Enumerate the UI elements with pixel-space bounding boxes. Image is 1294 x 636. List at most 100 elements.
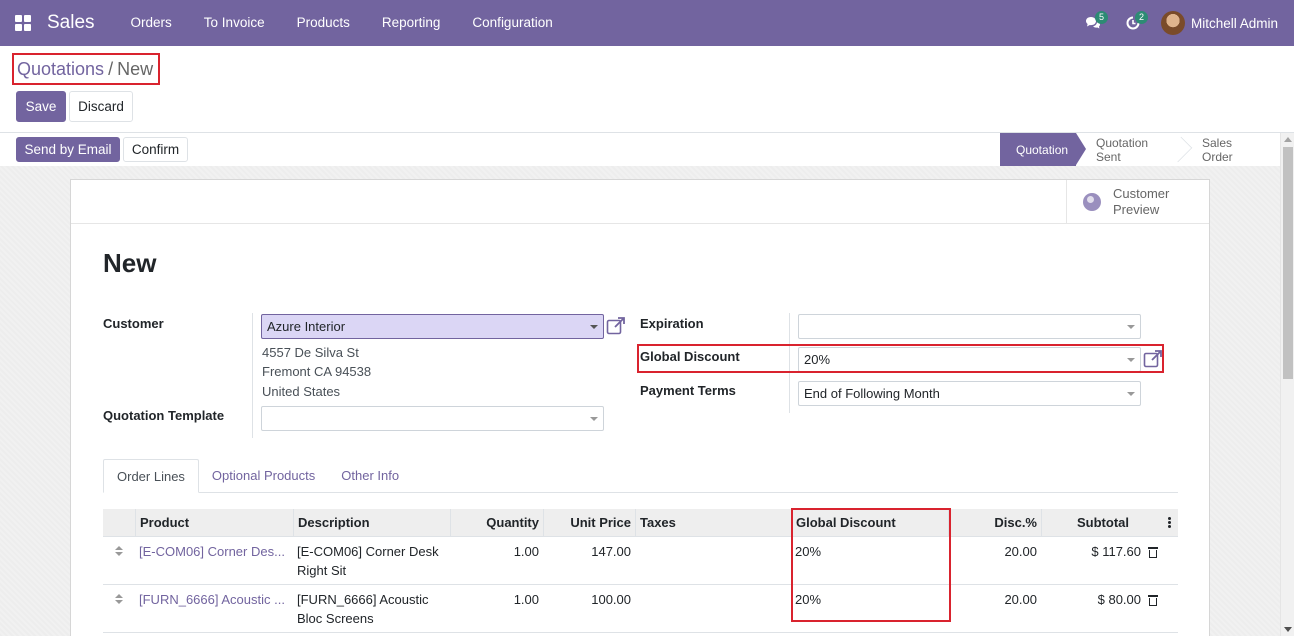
customer-preview-button[interactable]: Customer Preview [1066, 180, 1209, 224]
messages-badge: 5 [1094, 11, 1108, 24]
save-button[interactable]: Save [16, 91, 66, 122]
row-subtotal: $ 80.00 [1097, 592, 1141, 607]
stage-quotation[interactable]: Quotation [1000, 133, 1086, 166]
address-line-2: Fremont CA 94538 [262, 364, 372, 379]
col-disc[interactable]: Disc.% [948, 509, 1041, 537]
global-discount-select[interactable]: 20% [798, 347, 1141, 372]
customer-preview-line-1: Customer [1113, 186, 1170, 201]
row-disc[interactable]: 20.00 [948, 542, 1037, 561]
activities-badge: 2 [1134, 11, 1148, 24]
confirm-button[interactable]: Confirm [123, 137, 188, 162]
top-navbar: Sales Orders To Invoice Products Reporti… [0, 0, 1294, 46]
row-description-line-1: [E-COM06] Corner Desk [297, 544, 439, 559]
menu-configuration[interactable]: Configuration [456, 0, 568, 46]
user-menu[interactable]: Mitchell Admin [1191, 16, 1278, 31]
quotation-template-label: Quotation Template [103, 408, 225, 423]
form-sheet: Customer Preview New Customer Azure Inte… [70, 179, 1210, 636]
chevron-down-icon [590, 325, 598, 329]
row-disc[interactable]: 20.00 [948, 590, 1037, 609]
breadcrumb: Quotations / New [12, 53, 160, 85]
customer-preview-line-2: Preview [1113, 202, 1160, 217]
expiration-date-field[interactable] [798, 314, 1141, 339]
table-row[interactable]: [E-COM06] Corner Des... [E-COM06] Corner… [103, 537, 1178, 585]
external-link-icon[interactable] [606, 317, 626, 335]
tab-optional-products[interactable]: Optional Products [199, 459, 328, 492]
optional-columns-icon[interactable] [1168, 517, 1171, 529]
chevron-down-icon [1127, 392, 1135, 396]
address-line-3: United States [262, 384, 341, 399]
quotation-template-select[interactable] [261, 406, 604, 431]
row-quantity[interactable]: 1.00 [450, 542, 539, 561]
row-product[interactable]: [E-COM06] Corner Des... [139, 542, 285, 561]
activities-button[interactable]: 2 [1113, 0, 1153, 46]
scroll-up-arrow-icon[interactable] [1284, 137, 1292, 142]
left-group-separator [252, 313, 253, 438]
drag-handle-icon[interactable] [115, 594, 123, 606]
col-unit-price[interactable]: Unit Price [543, 509, 635, 537]
row-global-discount[interactable]: 20% [795, 590, 821, 609]
payment-terms-select[interactable]: End of Following Month [798, 381, 1141, 406]
button-box: Customer Preview [71, 180, 1209, 224]
menu-reporting[interactable]: Reporting [366, 0, 457, 46]
tab-order-lines[interactable]: Order Lines [103, 459, 199, 493]
breadcrumb-quotations-link[interactable]: Quotations [17, 59, 104, 80]
status-bar: Quotation Quotation Sent Sales Order [1000, 133, 1278, 166]
payment-terms-value: End of Following Month [804, 386, 940, 401]
app-name[interactable]: Sales [47, 12, 95, 34]
row-description-line-1: [FURN_6666] Acoustic [297, 592, 429, 607]
external-link-icon[interactable] [1143, 350, 1163, 368]
row-description[interactable]: [FURN_6666] Acoustic Bloc Screens [297, 590, 429, 628]
row-product[interactable]: [FURN_6666] Acoustic ... [139, 590, 285, 609]
col-global-discount[interactable]: Global Discount [791, 509, 948, 537]
customer-select[interactable]: Azure Interior [261, 314, 604, 339]
row-description[interactable]: [E-COM06] Corner Desk Right Sit [297, 542, 439, 580]
breadcrumb-separator: / [108, 58, 114, 79]
chevron-down-icon [1127, 325, 1135, 329]
row-quantity[interactable]: 1.00 [450, 590, 539, 609]
row-unit-price[interactable]: 100.00 [543, 590, 631, 609]
discard-button[interactable]: Discard [69, 91, 133, 122]
col-description[interactable]: Description [293, 509, 450, 537]
customer-value: Azure Interior [267, 319, 346, 334]
table-row[interactable]: [FURN_6666] Acoustic ... [FURN_6666] Aco… [103, 585, 1178, 633]
menu-orders[interactable]: Orders [115, 0, 188, 46]
col-subtotal[interactable]: Subtotal [1041, 509, 1133, 537]
drag-handle-icon[interactable] [115, 546, 123, 558]
record-title: New [103, 248, 157, 278]
scroll-down-arrow-icon[interactable] [1284, 627, 1292, 632]
expiration-label: Expiration [640, 316, 704, 331]
row-global-discount[interactable]: 20% [795, 542, 821, 561]
chevron-down-icon [590, 417, 598, 421]
col-product[interactable]: Product [135, 509, 293, 537]
menu-to-invoice[interactable]: To Invoice [188, 0, 281, 46]
tab-other-info[interactable]: Other Info [328, 459, 412, 492]
global-discount-value: 20% [804, 352, 831, 367]
right-group-separator [789, 313, 790, 413]
messages-button[interactable]: 5 [1073, 0, 1113, 46]
row-description-line-2: Right Sit [297, 563, 347, 578]
vertical-scrollbar[interactable] [1280, 133, 1294, 636]
customer-preview-label: Customer Preview [1113, 186, 1169, 218]
address-line-1: 4557 De Silva St [262, 345, 359, 360]
row-description-line-2: Bloc Screens [297, 611, 374, 626]
row-subtotal: $ 117.60 [1091, 544, 1141, 559]
row-unit-price[interactable]: 147.00 [543, 542, 631, 561]
global-discount-label: Global Discount [640, 349, 740, 364]
trash-icon[interactable] [1148, 595, 1158, 606]
send-by-email-button[interactable]: Send by Email [16, 137, 120, 162]
scrollbar-thumb[interactable] [1283, 147, 1293, 379]
col-taxes[interactable]: Taxes [635, 509, 791, 537]
order-lines-header: Product Description Quantity Unit Price … [103, 509, 1178, 537]
apps-menu-icon[interactable] [0, 0, 46, 46]
customer-label: Customer [103, 316, 164, 331]
breadcrumb-current: New [117, 58, 154, 79]
menu-products[interactable]: Products [281, 0, 366, 46]
payment-terms-label: Payment Terms [640, 383, 736, 398]
globe-icon [1083, 193, 1101, 211]
user-avatar[interactable] [1160, 11, 1185, 35]
stage-sales-order[interactable]: Sales Order [1186, 133, 1278, 166]
notebook-tabs: Order Lines Optional Products Other Info [103, 459, 1178, 493]
stage-quotation-sent[interactable]: Quotation Sent [1076, 133, 1186, 166]
col-quantity[interactable]: Quantity [450, 509, 543, 537]
trash-icon[interactable] [1148, 547, 1158, 558]
